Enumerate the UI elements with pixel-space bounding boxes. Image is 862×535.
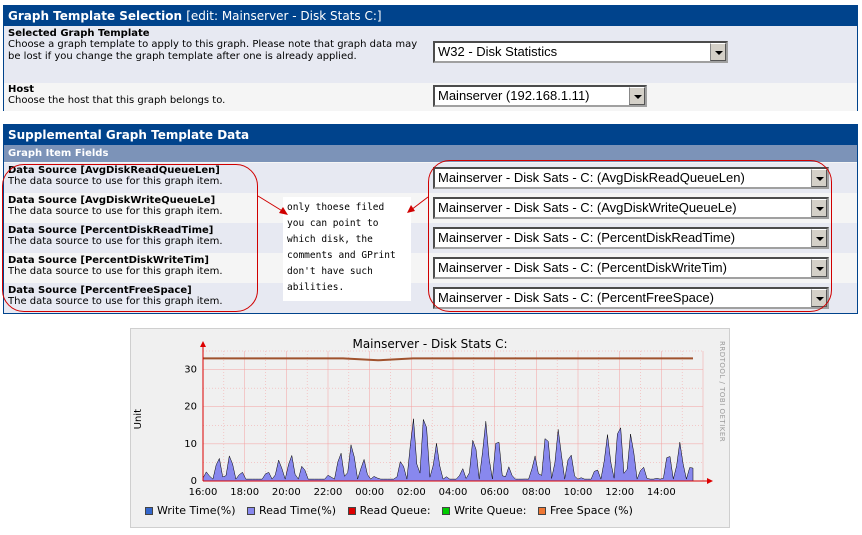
arrow-left	[257, 195, 288, 215]
legend-label: Free Space (%)	[549, 504, 633, 517]
legend-swatch	[537, 507, 546, 515]
x-tick-label: 12:00	[605, 487, 634, 498]
y-tick-label: 20	[184, 402, 197, 413]
legend-item: Read Queue:	[347, 504, 431, 517]
x-tick-label: 06:00	[480, 487, 509, 498]
rrd-graph: Mainserver - Disk Stats C: RRDTOOL / TOB…	[130, 328, 730, 528]
y-tick-label: 10	[184, 439, 197, 450]
x-tick-label: 04:00	[439, 487, 468, 498]
x-tick-label: 22:00	[314, 487, 343, 498]
legend-swatch	[247, 507, 255, 515]
legend-swatch	[347, 507, 356, 515]
legend-item: Free Space (%)	[537, 504, 633, 517]
legend-label: Write Queue:	[454, 504, 527, 517]
arrow-right	[407, 196, 429, 213]
x-tick-labels: 16:00 18:00 20:00 22:00 00:00 02:00 04:00 06:00…	[189, 487, 676, 498]
legend-label: Read Time(%)	[259, 504, 337, 517]
x-tick-label: 14:00	[647, 487, 676, 498]
x-tick-label: 00:00	[355, 487, 384, 498]
x-tick-label: 02:00	[397, 487, 426, 498]
y-tick-labels: 0 10 20 30	[184, 365, 197, 487]
legend-swatch	[145, 507, 153, 515]
legend-item: Read Time(%)	[247, 504, 336, 517]
legend-item: Write Queue:	[442, 504, 526, 517]
x-axis-arrow	[707, 478, 713, 484]
x-tick-label: 10:00	[564, 487, 593, 498]
x-tick-label: 08:00	[522, 487, 551, 498]
legend-label: Write Time(%)	[157, 504, 236, 517]
x-tick-label: 16:00	[189, 487, 218, 498]
y-axis-arrow	[200, 341, 206, 347]
x-tick-label: 18:00	[230, 487, 259, 498]
y-tick-label: 30	[184, 365, 197, 376]
axes	[200, 341, 713, 484]
graph-legend: Write Time(%) Read Time(%) Read Queue: W…	[145, 504, 641, 517]
y-tick-label: 0	[191, 476, 197, 487]
legend-item: Write Time(%)	[145, 504, 236, 517]
legend-label: Read Queue:	[359, 504, 431, 517]
legend-swatch	[442, 507, 451, 515]
graph-plot: 0 10 20 30 16:00 18:00 20:00 22:00 00:00 02:00 04…	[184, 341, 713, 498]
x-tick-label: 20:00	[272, 487, 301, 498]
